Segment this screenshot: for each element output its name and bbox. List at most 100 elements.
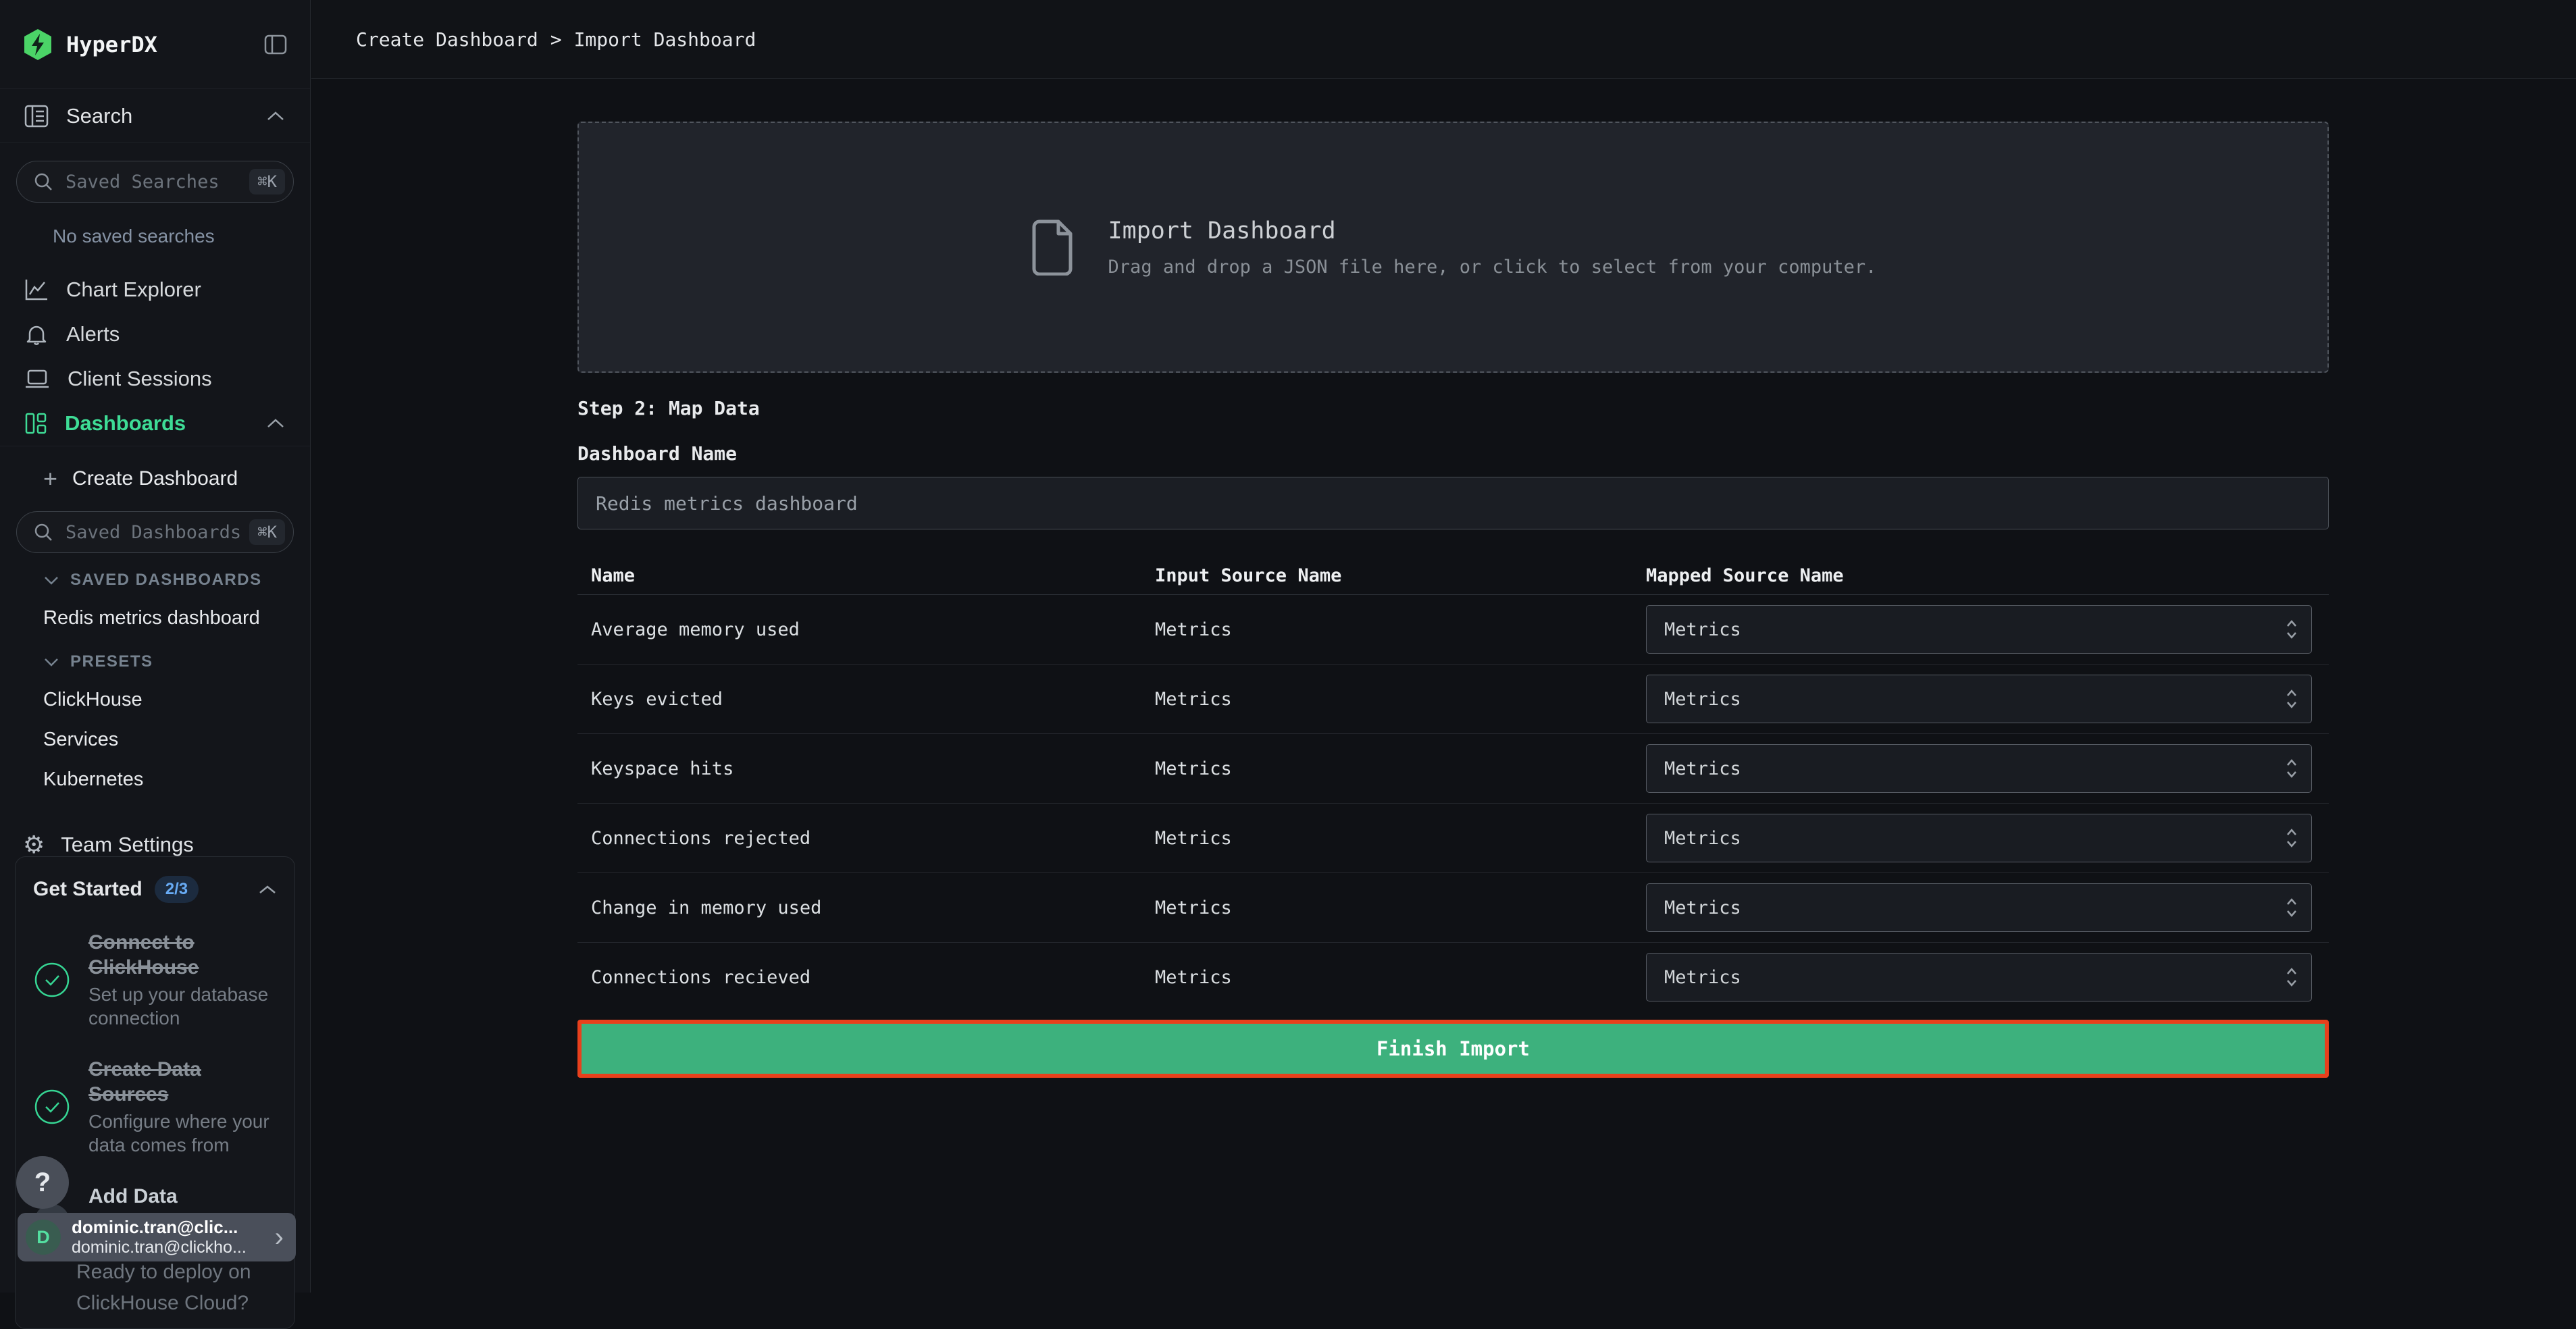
chevron-right-icon: › (275, 1224, 284, 1251)
breadcrumb-import-dashboard: Import Dashboard (574, 28, 756, 51)
table-row: Keys evicted Metrics Metrics (577, 664, 2329, 734)
sidebar-item-team-settings[interactable]: ⚙ Team Settings (0, 833, 310, 857)
chevron-up-icon[interactable] (258, 884, 277, 895)
table-row: Average memory used Metrics Metrics (577, 595, 2329, 664)
row-input-source: Metrics (1141, 619, 1632, 640)
get-started-item-title: Add Data (88, 1184, 277, 1209)
sidebar: HyperDX Search (0, 0, 311, 1293)
dashboards-grid-icon (24, 412, 47, 435)
chevron-up-icon[interactable] (265, 417, 286, 429)
shortcut-badge: ⌘K (249, 169, 285, 194)
main-content: Import Dashboard Drag and drop a JSON fi… (577, 80, 2329, 1078)
breadcrumb-create-dashboard[interactable]: Create Dashboard (356, 28, 538, 51)
laptop-icon (24, 367, 50, 390)
presets-group-header[interactable]: PRESETS (43, 652, 310, 671)
bell-icon (24, 322, 49, 346)
get-started-item-connect[interactable]: Connect to ClickHouse Set up your databa… (33, 930, 277, 1030)
chevron-up-icon[interactable] (265, 110, 286, 122)
check-circle-icon (33, 1089, 71, 1125)
check-circle-icon (33, 962, 71, 998)
dropzone-title: Import Dashboard (1108, 217, 1877, 244)
select-value: Metrics (1664, 967, 1741, 988)
breadcrumb-separator: > (550, 28, 562, 51)
topbar: Create Dashboard > Import Dashboard (311, 0, 2576, 79)
row-name: Keys evicted (577, 689, 1141, 710)
mapped-source-select[interactable]: Metrics (1646, 675, 2312, 723)
sidebar-item-chart-explorer[interactable]: Chart Explorer (0, 267, 310, 312)
sidebar-collapse-icon[interactable] (264, 34, 287, 55)
finish-import-button[interactable]: Finish Import (577, 1020, 2329, 1078)
saved-searches-input[interactable] (64, 171, 249, 193)
get-started-item-subtitle: Configure where your data comes from (88, 1110, 277, 1157)
mapped-source-select[interactable]: Metrics (1646, 744, 2312, 793)
select-value: Metrics (1664, 758, 1741, 779)
table-row: Connections recieved Metrics Metrics (577, 943, 2329, 1012)
saved-searches-input-wrap[interactable]: ⌘K (16, 161, 294, 203)
sidebar-item-search[interactable]: Search (0, 89, 310, 143)
get-started-progress-badge: 2/3 (155, 876, 199, 903)
no-saved-searches-text: No saved searches (53, 226, 310, 247)
clickhouse-cloud-upsell-text: Ready to deploy on ClickHouse Cloud? (76, 1257, 294, 1319)
logo-row: HyperDX (0, 0, 310, 89)
mapped-source-select[interactable]: Metrics (1646, 814, 2312, 862)
select-value: Metrics (1664, 689, 1741, 710)
sidebar-item-redis-metrics-dashboard[interactable]: Redis metrics dashboard (43, 607, 310, 629)
get-started-item-title: Connect to ClickHouse (88, 930, 277, 980)
mapped-source-select[interactable]: Metrics (1646, 953, 2312, 1001)
mapped-source-select[interactable]: Metrics (1646, 883, 2312, 932)
chevron-down-icon (43, 657, 59, 667)
file-icon (1030, 219, 1076, 276)
create-dashboard-button[interactable]: + Create Dashboard (0, 446, 310, 511)
saved-dashboards-input[interactable] (64, 521, 249, 544)
row-input-source: Metrics (1141, 758, 1632, 779)
finish-import-label: Finish Import (1376, 1037, 1530, 1060)
user-name: dominic.tran@clic... (72, 1217, 269, 1238)
row-name: Connections recieved (577, 967, 1141, 988)
row-input-source: Metrics (1141, 967, 1632, 988)
sidebar-item-services-preset[interactable]: Services (43, 729, 310, 751)
create-dashboard-label: Create Dashboard (72, 467, 238, 490)
table-row: Connections rejected Metrics Metrics (577, 804, 2329, 873)
sidebar-item-alerts[interactable]: Alerts (0, 312, 310, 357)
get-started-item-data-sources[interactable]: Create Data Sources Configure where your… (33, 1057, 277, 1157)
get-started-header[interactable]: Get Started 2/3 (33, 876, 277, 903)
avatar: D (26, 1220, 61, 1255)
sidebar-item-dashboards[interactable]: Dashboards (0, 401, 310, 446)
search-panel-icon (24, 105, 49, 128)
select-chevrons-icon (2286, 966, 2298, 988)
user-email: dominic.tran@clickho... (72, 1238, 269, 1257)
import-dropzone[interactable]: Import Dashboard Drag and drop a JSON fi… (577, 122, 2329, 373)
dropzone-subtitle: Drag and drop a JSON file here, or click… (1108, 257, 1877, 278)
saved-dashboards-input-wrap[interactable]: ⌘K (16, 511, 294, 553)
shortcut-badge: ⌘K (249, 519, 285, 545)
column-header-input-source: Input Source Name (1141, 565, 1632, 586)
row-input-source: Metrics (1141, 689, 1632, 710)
mapped-source-select[interactable]: Metrics (1646, 605, 2312, 654)
chart-line-icon (24, 278, 49, 301)
user-account-chip[interactable]: D dominic.tran@clic... dominic.tran@clic… (18, 1213, 296, 1261)
get-started-item-subtitle: Set up your database connection (88, 983, 277, 1030)
step-label: Step 2: Map Data (577, 397, 2329, 419)
row-name: Connections rejected (577, 828, 1141, 849)
dashboard-name-input[interactable] (577, 477, 2329, 529)
select-chevrons-icon (2286, 827, 2298, 849)
dashboard-name-label: Dashboard Name (577, 442, 2329, 465)
saved-dashboards-group-header[interactable]: SAVED DASHBOARDS (43, 571, 310, 590)
team-settings-label: Team Settings (61, 833, 193, 857)
select-value: Metrics (1664, 897, 1741, 918)
select-value: Metrics (1664, 619, 1741, 640)
sidebar-item-label: Chart Explorer (66, 278, 201, 302)
sidebar-item-client-sessions[interactable]: Client Sessions (0, 357, 310, 401)
get-started-title: Get Started (33, 878, 143, 901)
group-label-text: SAVED DASHBOARDS (70, 571, 262, 590)
sidebar-item-kubernetes-preset[interactable]: Kubernetes (43, 768, 310, 791)
gear-icon: ⚙ (23, 833, 45, 857)
sidebar-item-clickhouse-preset[interactable]: ClickHouse (43, 689, 310, 711)
select-chevrons-icon (2286, 619, 2298, 640)
get-started-item-title: Create Data Sources (88, 1057, 277, 1107)
plus-icon: + (43, 467, 57, 491)
search-icon (33, 172, 53, 192)
row-name: Average memory used (577, 619, 1141, 640)
sidebar-item-label: Search (66, 104, 132, 128)
help-button[interactable]: ? (16, 1156, 69, 1209)
